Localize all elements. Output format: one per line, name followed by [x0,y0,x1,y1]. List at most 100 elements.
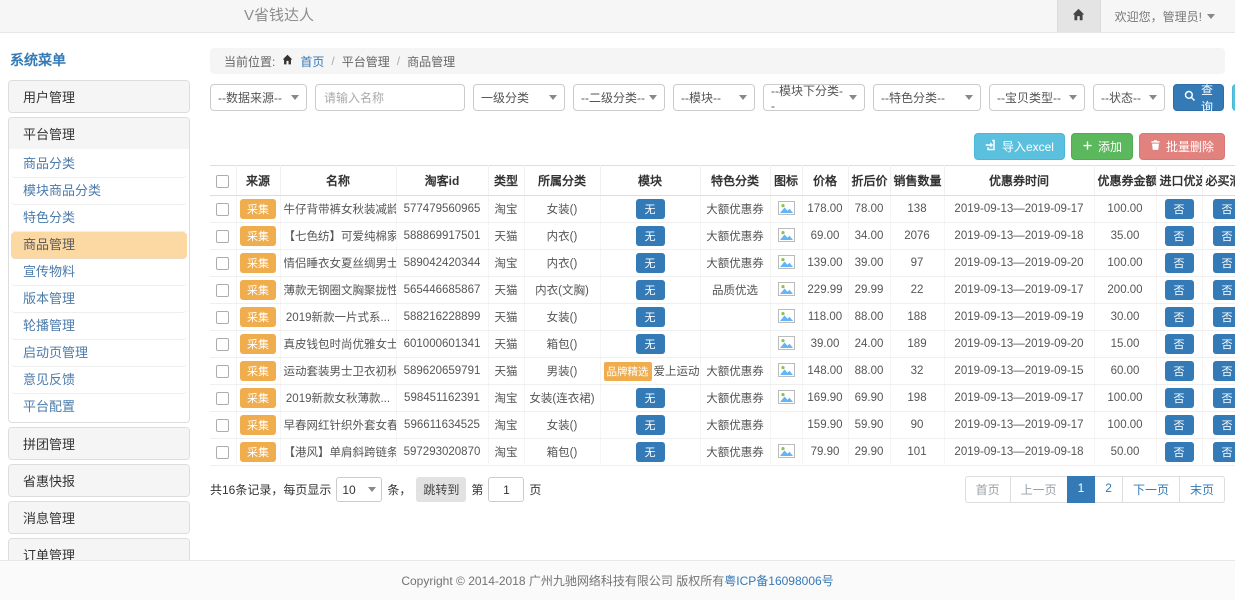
sidebar-item[interactable]: 启动页管理 [11,340,187,367]
source-badge[interactable]: 采集 [240,253,276,273]
home-button[interactable] [1057,0,1101,32]
source-badge[interactable]: 采集 [240,226,276,246]
filter-feature-category[interactable]: --特色分类-- [873,84,981,111]
import-excel-button[interactable]: 导入excel [974,133,1065,160]
must-buy-toggle[interactable]: 否 [1213,226,1235,246]
row-checkbox[interactable] [216,419,229,432]
page-next[interactable]: 下一页 [1122,476,1180,503]
source-badge[interactable]: 采集 [240,334,276,354]
source-badge[interactable]: 采集 [240,442,276,462]
sidebar-item[interactable]: 意见反馈 [11,367,187,394]
row-checkbox[interactable] [216,230,229,243]
sidebar-item[interactable]: 特色分类 [11,205,187,232]
cell-module: 无 [600,277,700,304]
add-button[interactable]: 添加 [1071,133,1133,160]
row-checkbox[interactable] [216,365,229,378]
jump-button[interactable]: 跳转到 [416,477,466,502]
module-none-badge[interactable]: 无 [636,334,665,354]
import-select-toggle[interactable]: 否 [1165,253,1194,273]
must-buy-toggle[interactable]: 否 [1213,307,1235,327]
must-buy-toggle[interactable]: 否 [1213,388,1235,408]
sidebar-item[interactable]: 平台配置 [11,394,187,420]
select-value: --模块-- [681,89,721,106]
select-value: 一级分类 [481,89,529,106]
name-search-input[interactable] [315,84,465,111]
module-none-badge[interactable]: 无 [636,415,665,435]
source-badge[interactable]: 采集 [240,280,276,300]
icp-link[interactable]: 粤ICP备16098006号 [724,572,833,589]
import-select-toggle[interactable]: 否 [1165,415,1194,435]
page-prev[interactable]: 上一页 [1010,476,1068,503]
row-checkbox[interactable] [216,257,229,270]
must-buy-toggle[interactable]: 否 [1213,361,1235,381]
must-buy-toggle[interactable]: 否 [1213,253,1235,273]
must-buy-toggle[interactable]: 否 [1213,199,1235,219]
module-none-badge[interactable]: 无 [636,280,665,300]
cell-import-select: 否 [1156,412,1202,439]
page-1[interactable]: 1 [1067,476,1096,503]
source-badge[interactable]: 采集 [240,199,276,219]
page-last[interactable]: 末页 [1179,476,1225,503]
source-badge[interactable]: 采集 [240,388,276,408]
must-buy-toggle[interactable]: 否 [1213,334,1235,354]
import-select-toggle[interactable]: 否 [1165,388,1194,408]
filter-data-source[interactable]: --数据来源-- [210,84,307,111]
sidebar-item[interactable]: 宣传物料 [11,259,187,286]
import-select-toggle[interactable]: 否 [1165,334,1194,354]
sidebar-group-header[interactable]: 平台管理 [9,118,189,149]
filter-level1-category[interactable]: 一级分类 [473,84,565,111]
module-none-badge[interactable]: 无 [636,442,665,462]
filter-item-type[interactable]: --宝贝类型-- [989,84,1085,111]
row-checkbox[interactable] [216,338,229,351]
sidebar-group-header[interactable]: 用户管理 [9,81,189,112]
module-brand-badge[interactable]: 品牌精选 [604,362,652,381]
row-checkbox[interactable] [216,311,229,324]
must-buy-toggle[interactable]: 否 [1213,415,1235,435]
sidebar-item[interactable]: 模块商品分类 [11,178,187,205]
sidebar-item[interactable]: 商品分类 [11,151,187,178]
module-none-badge[interactable]: 无 [636,226,665,246]
module-none-badge[interactable]: 无 [636,199,665,219]
source-badge[interactable]: 采集 [240,415,276,435]
import-select-toggle[interactable]: 否 [1165,307,1194,327]
must-buy-toggle[interactable]: 否 [1213,442,1235,462]
source-badge[interactable]: 采集 [240,361,276,381]
breadcrumb-home-link[interactable]: 首页 [300,53,324,70]
row-checkbox[interactable] [216,284,229,297]
module-none-badge[interactable]: 无 [636,388,665,408]
page-2[interactable]: 2 [1094,476,1123,503]
filter-level2-category[interactable]: --二级分类-- [573,84,665,111]
import-select-toggle[interactable]: 否 [1165,280,1194,300]
page-first[interactable]: 首页 [965,476,1011,503]
sidebar-item[interactable]: 商品管理 [11,232,187,259]
user-menu[interactable]: 欢迎您，管理员! [1101,8,1235,25]
cell-thumbnail [770,358,802,385]
select-all-checkbox[interactable] [216,175,229,188]
row-checkbox[interactable] [216,446,229,459]
row-checkbox[interactable] [216,203,229,216]
must-buy-toggle[interactable]: 否 [1213,280,1235,300]
import-select-toggle[interactable]: 否 [1165,361,1194,381]
sidebar-item[interactable]: 轮播管理 [11,313,187,340]
search-button[interactable]: 查询 [1173,84,1224,111]
filter-status[interactable]: --状态-- [1093,84,1165,111]
import-select-toggle[interactable]: 否 [1165,442,1194,462]
sidebar-group-header[interactable]: 消息管理 [9,502,189,533]
filter-module[interactable]: --模块-- [673,84,755,111]
module-none-badge[interactable]: 无 [636,307,665,327]
sidebar-item[interactable]: 版本管理 [11,286,187,313]
import-select-toggle[interactable]: 否 [1165,226,1194,246]
module-none-badge[interactable]: 无 [636,253,665,273]
import-select-toggle[interactable]: 否 [1165,199,1194,219]
source-badge[interactable]: 采集 [240,307,276,327]
sidebar-group-header[interactable]: 拼团管理 [9,428,189,459]
filter-module-subcategory[interactable]: --模块下分类-- [763,84,865,111]
import-icon [985,139,997,154]
batch-delete-button[interactable]: 批量删除 [1139,133,1225,160]
row-checkbox[interactable] [216,392,229,405]
sidebar-group-header[interactable]: 省惠快报 [9,465,189,496]
per-page-select[interactable]: 10 [336,477,382,502]
cell-source: 采集 [236,439,280,466]
product-type: 淘宝 [488,439,524,466]
page-number-input[interactable] [488,477,524,502]
